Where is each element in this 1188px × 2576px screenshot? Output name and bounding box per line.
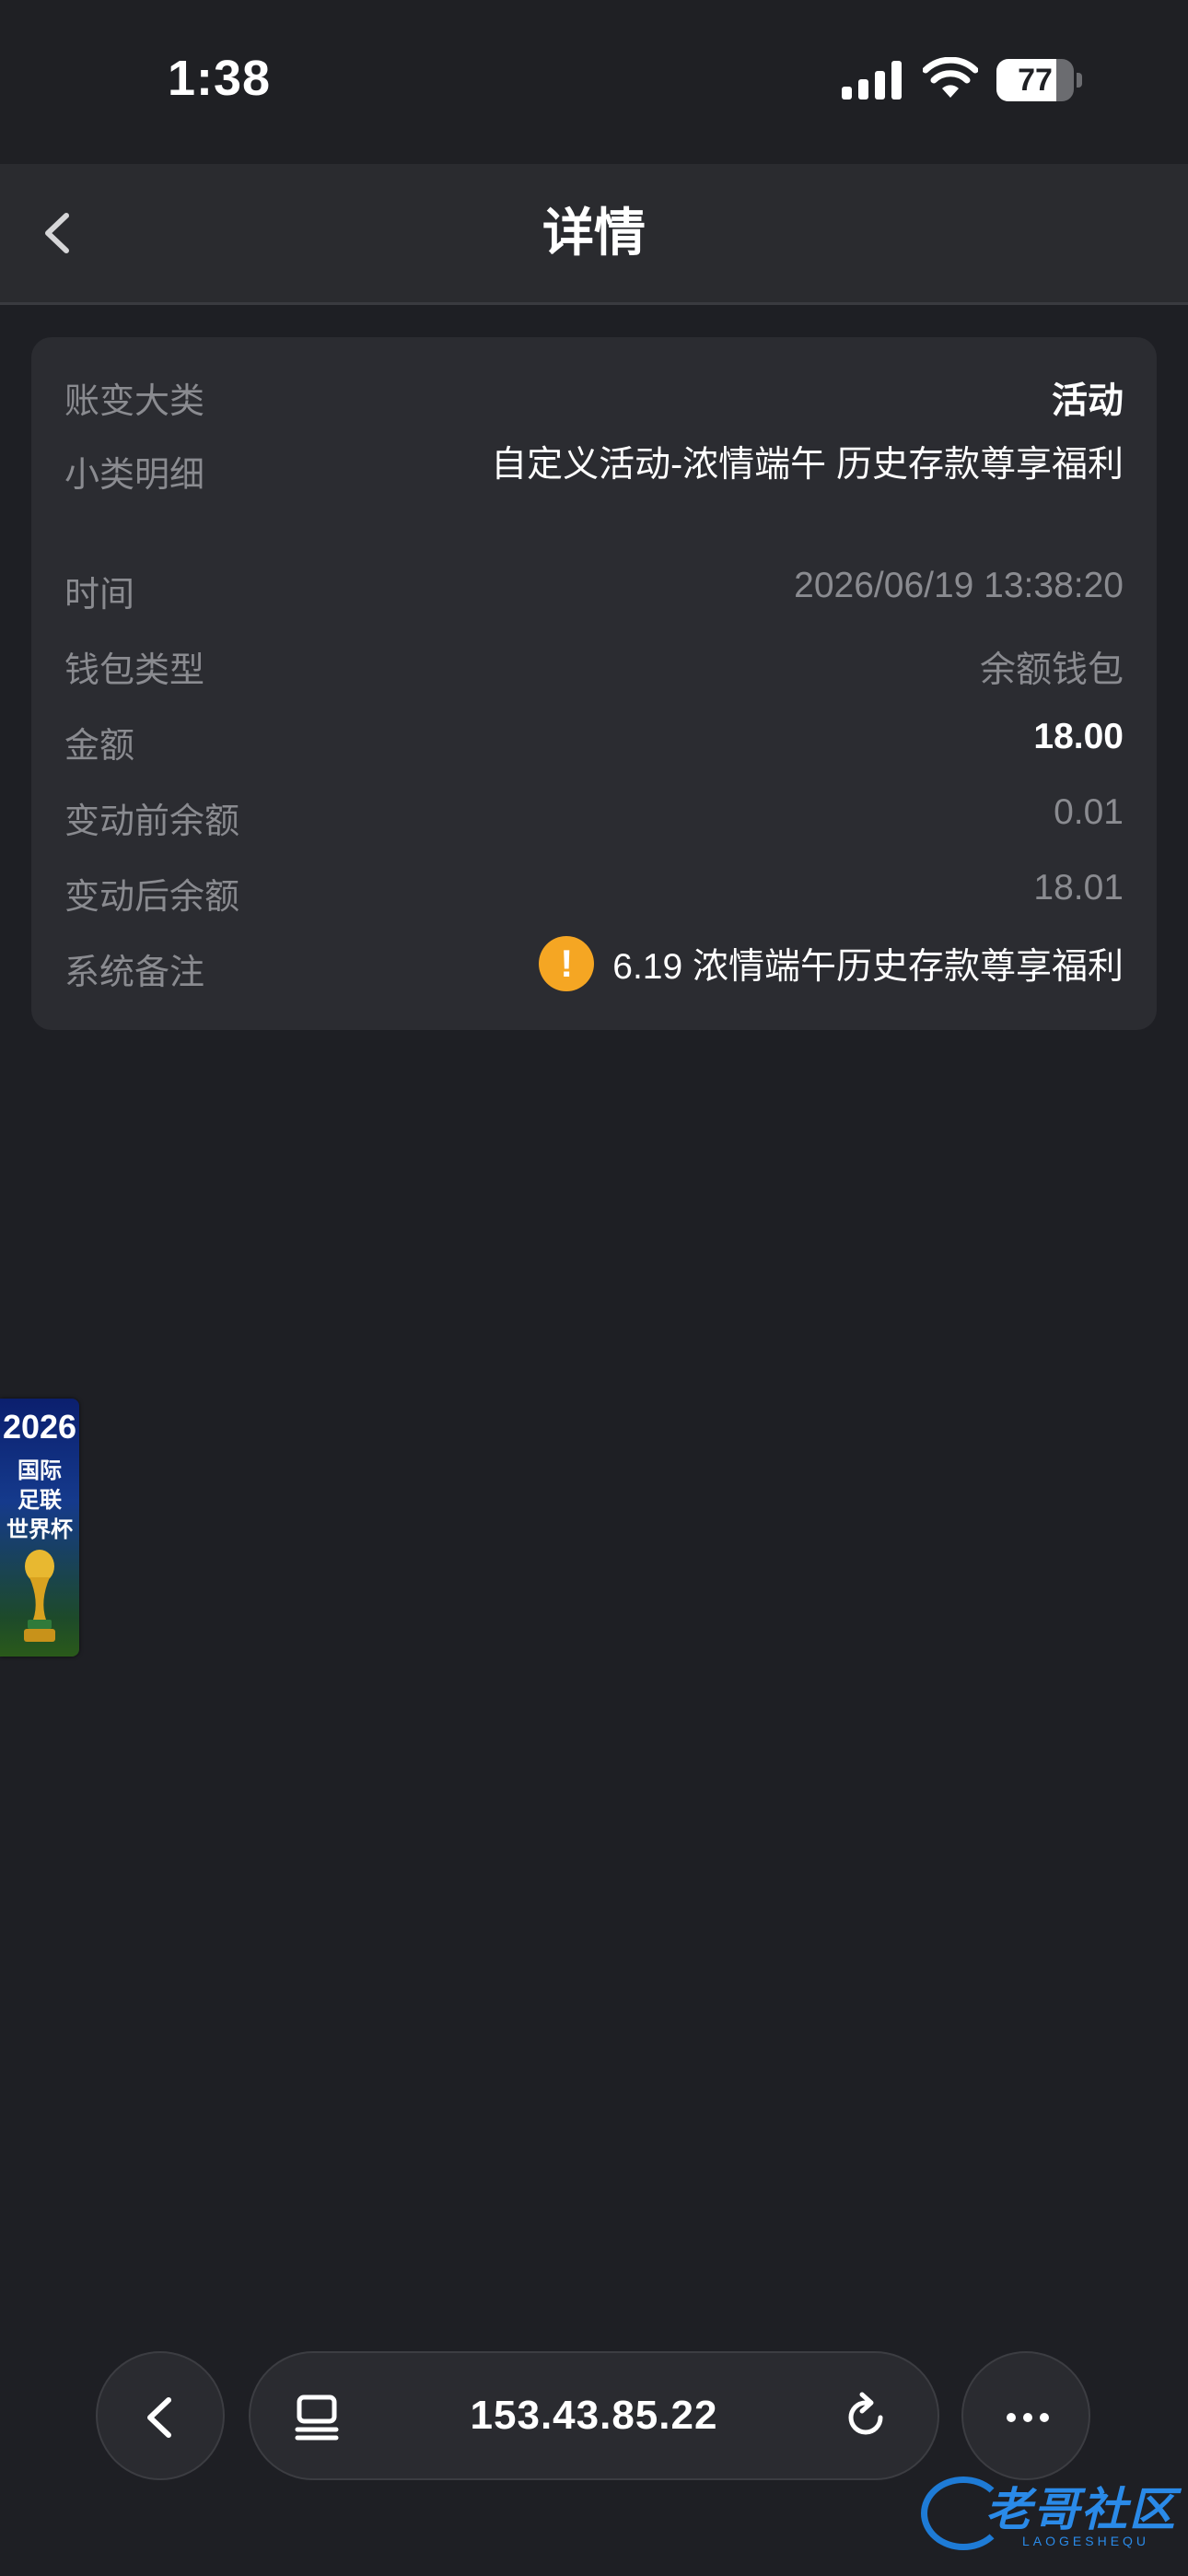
- row-value: 6.19 浓情端午历史存款尊享福利: [612, 947, 1124, 987]
- url-text: 153.43.85.22: [470, 2393, 718, 2438]
- page-title: 详情: [542, 204, 646, 262]
- row-value: 余额钱包: [979, 650, 1124, 690]
- row-value: 活动: [1051, 381, 1124, 421]
- status-time: 1:38: [168, 51, 272, 106]
- watermark-logo: 老哥社区 LAOGESHEQU: [921, 2471, 1181, 2559]
- battery-icon: 77: [996, 59, 1082, 101]
- nav-header: 详情: [0, 164, 1188, 305]
- trophy-icon: [24, 1550, 55, 1642]
- more-button[interactable]: [961, 2351, 1090, 2480]
- row-label: 钱包类型: [64, 651, 205, 690]
- row-label: 变动前余额: [64, 802, 240, 841]
- watermark-sub: LAOGESHEQU: [1022, 2534, 1150, 2548]
- promo-line: 世界杯: [6, 1517, 73, 1542]
- row-label: 变动后余额: [64, 878, 240, 917]
- back-icon: [147, 2397, 171, 2438]
- address-bar[interactable]: 153.43.85.22: [249, 2351, 939, 2480]
- detail-card: 账变大类 活动 小类明细 自定义活动-浓情端午 历史存款尊享福利 时间 2026…: [31, 337, 1157, 1030]
- row-value: 18.00: [1033, 717, 1124, 756]
- remark: ! 6.19 浓情端午历史存款尊享福利: [539, 936, 1124, 991]
- row-value: 18.01: [1033, 868, 1124, 907]
- row-label: 金额: [64, 727, 135, 766]
- signal-icon: [842, 61, 902, 100]
- row-label: 系统备注: [64, 954, 205, 992]
- reload-icon[interactable]: [838, 2390, 893, 2445]
- row-value: 2026/06/19 13:38:20: [794, 566, 1124, 605]
- status-bar: 1:38 77: [0, 0, 1188, 164]
- more-icon: [1007, 2413, 1049, 2422]
- promo-line: 足联: [17, 1488, 62, 1513]
- row-value: 自定义活动-浓情端午 历史存款尊享福利: [491, 445, 1124, 485]
- row-label: 时间: [64, 576, 135, 615]
- promo-line: 国际: [17, 1458, 62, 1483]
- battery-level: 77: [1018, 63, 1053, 98]
- battery-tip: [1077, 73, 1082, 88]
- row-label: 账变大类: [64, 382, 205, 421]
- promo-year: 2026: [2, 1408, 77, 1446]
- row-value: 0.01: [1054, 792, 1124, 832]
- alert-icon: !: [539, 936, 595, 991]
- wifi-icon: [923, 57, 978, 98]
- browser-back-button[interactable]: [96, 2351, 225, 2480]
- screen: 1:38 77 详情 账变大类 活动 小类明细 自定义活动-浓情端午 历史存款尊…: [0, 0, 1188, 2576]
- watermark-text: 老哥社区: [985, 2484, 1177, 2535]
- battery-body: 77: [996, 59, 1074, 101]
- promo-banner[interactable]: 2026 国际 足联 世界杯: [0, 1399, 79, 1657]
- row-label: 小类明细: [64, 456, 205, 495]
